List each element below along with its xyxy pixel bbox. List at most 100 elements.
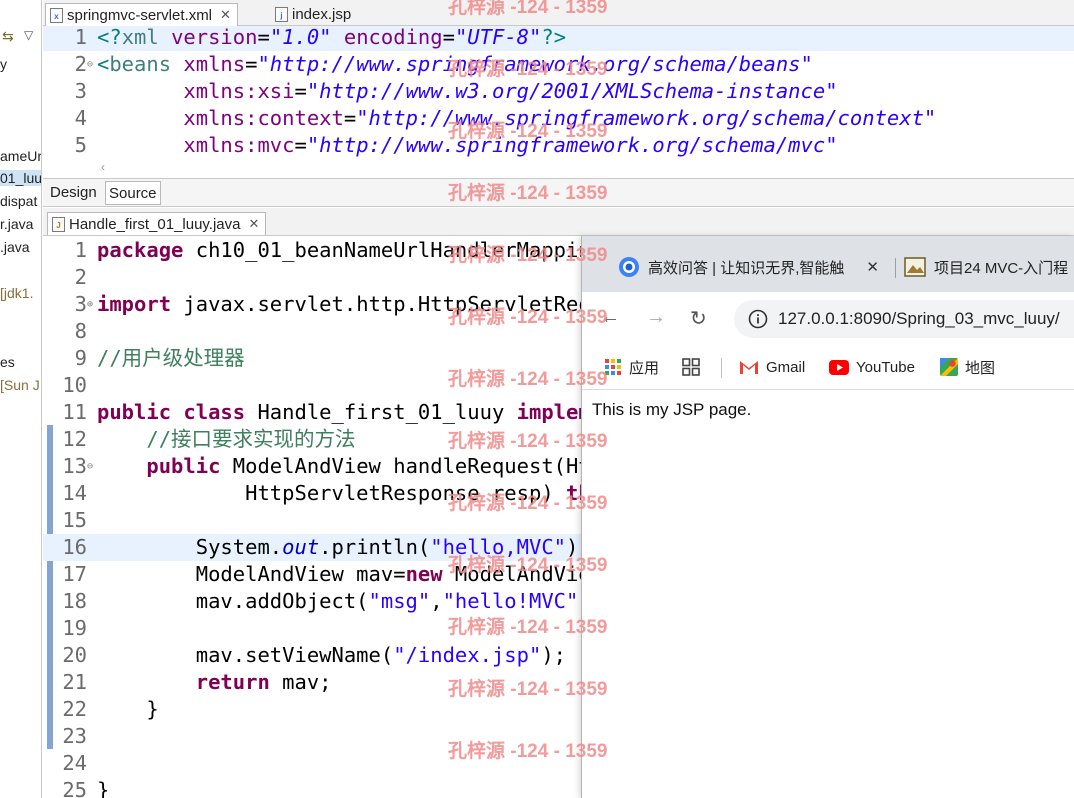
line-number: 11: [62, 400, 87, 424]
bookmark-gmail[interactable]: Gmail: [739, 356, 805, 378]
bookmarks-bar: 应用 Gmail YouTube 地图: [582, 344, 1074, 390]
explorer-item-jre[interactable]: [Sun J: [0, 377, 40, 393]
code-text: //接口要求实现的方法: [146, 427, 356, 451]
line-number: 9: [74, 346, 87, 370]
jsp-file-icon: j: [275, 7, 288, 22]
line-number: 12: [62, 427, 87, 451]
image-site-icon: [904, 257, 926, 277]
collapse-fold-icon[interactable]: ⊖: [87, 453, 96, 480]
scroll-left-icon[interactable]: ‹: [101, 160, 105, 174]
line-number: 15: [62, 508, 87, 532]
explorer-item-selected[interactable]: 01_luu: [0, 170, 41, 186]
code-line[interactable]: 3 xmlns:xsi="http://www.w3.org/2001/XMLS…: [43, 78, 1074, 105]
line-number: 1: [74, 238, 87, 262]
xml-editor-mode-tabs: Design Source: [43, 178, 1074, 207]
view-menu-icon[interactable]: ▽: [24, 28, 33, 42]
horizontal-scrollbar[interactable]: ‹: [43, 158, 1074, 178]
package-explorer-strip: ⇆ ▽ y ameUr 01_luu dispat r.java .java […: [0, 0, 42, 798]
tab-source[interactable]: Source: [105, 181, 161, 205]
bookmark-label: 应用: [629, 359, 660, 377]
xml-editor-tabbar: x springmvc-servlet.xml ✕ j index.jsp: [43, 0, 1074, 26]
browser-tab-title: 高效问答 | 让知识无界,智能触: [648, 259, 845, 277]
tab-divider: [895, 258, 896, 278]
close-icon[interactable]: ✕: [866, 258, 879, 276]
line-number: 19: [62, 616, 87, 640]
back-arrow-icon[interactable]: ←: [600, 306, 620, 329]
expand-fold-icon[interactable]: ⊕: [87, 291, 96, 318]
code-line[interactable]: 2 ⊖ <beans xmlns="http://www.springframewo…: [43, 51, 1074, 78]
code-text: package ch10_01_beanNameUrlHandlerMappin…: [97, 238, 616, 262]
java-file-icon: J: [52, 216, 65, 232]
line-number: 3: [74, 79, 87, 103]
explorer-item-jre[interactable]: [jdk1.: [0, 285, 33, 301]
code-text: mav.addObject("msg","hello!MVC");: [97, 589, 603, 613]
line-number: 10: [62, 373, 87, 397]
close-icon[interactable]: ✕: [220, 7, 231, 23]
tab-label: index.jsp: [292, 6, 352, 23]
reload-icon[interactable]: ↻: [690, 306, 707, 331]
bookmark-label: YouTube: [856, 358, 915, 376]
address-bar[interactable]: 127.0.0.1:8090/Spring_03_mvc_luuy/: [734, 300, 1074, 338]
bookmark-apps[interactable]: 应用: [604, 356, 659, 378]
maps-icon: [940, 358, 958, 376]
explorer-item[interactable]: dispat: [0, 193, 37, 209]
url-text: 127.0.0.1:8090/Spring_03_mvc_luuy/: [778, 309, 1060, 328]
link-editor-icon[interactable]: ⇆: [2, 28, 14, 45]
code-text: <?xml version="1.0" encoding="UTF-8"?>: [97, 26, 567, 49]
line-number: 21: [62, 670, 87, 694]
collapse-fold-icon[interactable]: ⊖: [87, 51, 96, 78]
tab-springmvc-servlet-xml[interactable]: x springmvc-servlet.xml ✕: [45, 3, 238, 26]
line-number: 14: [62, 481, 87, 505]
explorer-item[interactable]: .java: [0, 239, 30, 255]
line-number: 25: [62, 778, 87, 798]
code-text: System.out.println("hello,MVC");: [97, 535, 591, 559]
info-icon[interactable]: [748, 309, 768, 329]
line-number: 2: [74, 265, 87, 289]
explorer-item[interactable]: ameUr: [0, 148, 41, 164]
bookmark-label: Gmail: [766, 358, 806, 376]
qa-site-icon: [619, 257, 639, 277]
bookmark-youtube[interactable]: YouTube: [829, 356, 915, 378]
explorer-item[interactable]: y: [0, 56, 7, 72]
tab-label: springmvc-servlet.xml: [67, 6, 213, 24]
code-text: }: [97, 778, 110, 798]
forward-arrow-icon[interactable]: →: [646, 306, 666, 329]
line-number: 2: [74, 52, 87, 76]
java-editor-tabbar: J Handle_first_01_luuy.java ✕: [43, 208, 1074, 236]
line-number: 20: [62, 643, 87, 667]
bookmark-label: 地图: [965, 359, 996, 377]
line-number: 16: [62, 535, 87, 559]
tab-design[interactable]: Design: [47, 181, 100, 205]
line-number: 8: [74, 319, 87, 343]
tab-handle-first-java[interactable]: J Handle_first_01_luuy.java ✕: [47, 212, 267, 235]
code-text: //用户级处理器: [97, 346, 245, 370]
line-number: 22: [62, 697, 87, 721]
code-text: xmlns:xsi="http://www.w3.org/2001/XMLSch…: [183, 79, 838, 103]
code-line[interactable]: 1 <?xml version="1.0" encoding="UTF-8"?>: [43, 26, 1074, 51]
apps-grid-icon: [605, 359, 621, 375]
code-text: return mav;: [195, 670, 332, 694]
bookmark-maps[interactable]: 地图: [940, 356, 995, 378]
page-text: This is my JSP page.: [592, 400, 752, 419]
tab-index-jsp[interactable]: j index.jsp: [271, 3, 357, 26]
explorer-item[interactable]: r.java: [0, 216, 33, 232]
browser-toolbar: ← → ↻ 127.0.0.1:8090/Spring_03_mvc_luuy/: [582, 292, 1074, 344]
browser-tab-qa[interactable]: 高效问答 | 让知识无界,智能触 ✕: [618, 250, 888, 284]
line-number: 24: [62, 751, 87, 775]
code-text: xmlns:mvc="http://www.springframework.or…: [183, 133, 838, 157]
xml-file-icon: x: [50, 7, 63, 23]
line-number: 13: [62, 454, 87, 478]
close-icon[interactable]: ✕: [249, 216, 260, 232]
bookmarks-divider: [721, 358, 722, 378]
explorer-item[interactable]: es: [0, 354, 15, 370]
bookmark-tab-groups[interactable]: [682, 356, 700, 378]
code-line[interactable]: 5 xmlns:mvc="http://www.springframework.…: [43, 132, 1074, 158]
line-number: 18: [62, 589, 87, 613]
line-number: 4: [74, 106, 87, 130]
code-text: <beans xmlns="http://www.springframework…: [97, 52, 813, 76]
code-text: mav.setViewName("/index.jsp");: [97, 643, 567, 667]
browser-tab-project[interactable]: 项目24 MVC-入门程: [904, 250, 1068, 284]
youtube-icon: [829, 359, 849, 375]
code-line[interactable]: 4 xmlns:context="http://www.springframew…: [43, 105, 1074, 132]
xml-code-area[interactable]: 1 <?xml version="1.0" encoding="UTF-8"?> 2…: [43, 26, 1074, 158]
